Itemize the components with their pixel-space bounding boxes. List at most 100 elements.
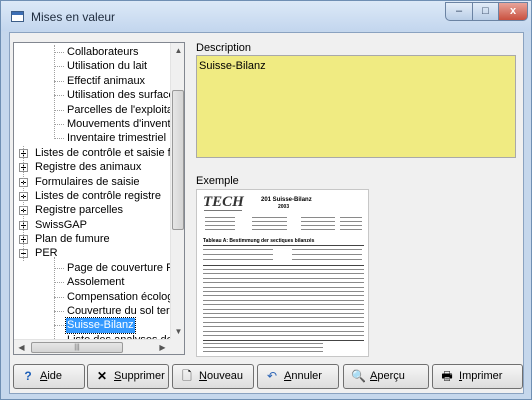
tree-item[interactable]: Inventaire trimestriel — [14, 131, 170, 145]
window: Mises en valeur – □ x Collaborateurs Util… — [0, 0, 532, 400]
tree-connector — [54, 95, 64, 97]
preview-line — [203, 277, 364, 279]
preview-line — [292, 254, 362, 255]
scroll-left-arrow-icon[interactable]: ◀ — [14, 340, 29, 354]
undo-icon: ↶ — [266, 369, 278, 383]
tree-group[interactable]: Listes de contrôle et saisie fidu — [14, 146, 170, 160]
tree-item-label: Effectif animaux — [67, 74, 146, 87]
tree-item[interactable]: Utilisation des surfaces — [14, 88, 170, 102]
preview-line — [203, 259, 273, 260]
description-field[interactable]: Suisse-Bilanz — [196, 55, 516, 158]
tree-group[interactable]: Registre parcelles — [14, 203, 170, 217]
preview-button[interactable]: 🔍 Aperçu — [343, 364, 429, 389]
scroll-corner — [170, 339, 184, 354]
new-document-icon: 🗋 — [182, 369, 192, 383]
report-tree[interactable]: Collaborateurs Utilisation du lait Effecti… — [13, 42, 185, 355]
button-bar: ? Aide ✕ Supprimer 🗋 Nouveau ↶ Annuler 🔍… — [13, 364, 523, 390]
tree-item-label: SwissGAP — [35, 218, 87, 231]
help-icon: ? — [24, 369, 32, 383]
tree-item-label: Inventaire trimestriel — [67, 132, 167, 145]
description-label: Description — [196, 42, 252, 54]
preview-line — [203, 254, 273, 255]
cancel-button[interactable]: ↶ Annuler — [257, 364, 339, 389]
preview-line — [203, 317, 364, 319]
help-button[interactable]: ? Aide — [13, 364, 85, 389]
delete-button[interactable]: ✕ Supprimer — [87, 364, 169, 389]
tree-item[interactable]: Effectif animaux — [14, 74, 170, 88]
tree-connector — [54, 66, 64, 68]
scroll-right-arrow-icon[interactable]: ▶ — [155, 340, 170, 354]
tree-group[interactable]: Registre des animaux — [14, 160, 170, 174]
title-bar[interactable]: Mises en valeur – □ x — [1, 1, 531, 31]
tree-vertical-scrollbar[interactable]: ▲ ▼ — [170, 43, 184, 339]
maximize-button[interactable]: □ — [472, 2, 499, 21]
tree-group[interactable]: Plan de fumure — [14, 232, 170, 246]
preview-line — [203, 304, 364, 306]
tree-group[interactable]: PER — [14, 246, 170, 260]
tree-group[interactable]: SwissGAP — [14, 218, 170, 232]
preview-line — [203, 295, 364, 297]
print-button[interactable]: 🖶 Imprimer — [432, 364, 523, 389]
tree-vertical-scroll-thumb[interactable] — [172, 90, 184, 230]
tree-item[interactable]: Assolement — [14, 275, 170, 289]
preview-line — [205, 225, 235, 226]
tree-item-label: Formulaires de saisie — [35, 175, 140, 188]
tree-connector — [54, 354, 64, 355]
preview-line — [301, 225, 335, 226]
preview-line — [203, 340, 364, 341]
preview-line — [203, 308, 364, 310]
tree-connector — [54, 311, 64, 313]
preview-section-title: Tableau A: Bestimmung der sectiques bila… — [203, 238, 315, 244]
new-button[interactable]: 🗋 Nouveau — [172, 364, 254, 389]
tree-item[interactable]: Compensation écologique — [14, 290, 170, 304]
preview-line — [340, 229, 362, 230]
tree-item-label: Utilisation des surfaces — [67, 89, 170, 102]
tree-horizontal-scroll-thumb[interactable]: ||| — [31, 342, 123, 353]
print-button-label: Imprimer — [459, 370, 503, 382]
example-preview: TECH 201 Suisse-Bilanz 2003 Tableau A: B… — [196, 189, 369, 357]
tree-horizontal-scrollbar[interactable]: ◀ ||| ▶ — [14, 339, 170, 354]
tree-connector — [54, 45, 55, 139]
tree-item-label: Parcelles de l'exploitation — [67, 103, 170, 116]
tree-item[interactable]: Page de couverture PER — [14, 261, 170, 275]
tree-group[interactable]: Formulaires de saisie — [14, 175, 170, 189]
close-button[interactable]: x — [498, 2, 528, 21]
preview-line — [203, 347, 323, 348]
tree-item-label: Registre parcelles — [35, 204, 124, 217]
preview-button-label: Aperçu — [370, 370, 405, 382]
tree-root-connector — [23, 145, 24, 261]
tree-connector — [54, 282, 64, 284]
tree-item[interactable]: Suisse-Bilanz — [14, 317, 170, 334]
tree-item[interactable]: Collaborateurs — [14, 45, 170, 59]
scroll-down-arrow-icon[interactable]: ▼ — [171, 324, 184, 339]
example-label: Exemple — [196, 175, 239, 187]
preview-line — [203, 313, 364, 314]
tree-connector — [54, 80, 64, 82]
preview-line — [203, 265, 364, 266]
preview-line — [340, 225, 362, 226]
cancel-button-label: Annuler — [284, 370, 322, 382]
tree-item[interactable]: Mouvements d'inventaire — [14, 117, 170, 131]
preview-line — [203, 351, 323, 352]
tree-connector — [54, 52, 64, 53]
tree-item[interactable]: Couverture du sol terres c — [14, 304, 170, 318]
tree-item-label: Couverture du sol terres c — [67, 305, 170, 318]
preview-line — [203, 326, 364, 328]
tree-item[interactable]: Utilisation du lait — [14, 59, 170, 73]
printer-icon: 🖶 — [441, 369, 453, 383]
preview-line — [203, 291, 364, 292]
help-button-label: Aide — [40, 370, 63, 382]
tree-connector — [54, 109, 64, 111]
scroll-up-arrow-icon[interactable]: ▲ — [171, 43, 184, 58]
tree-item[interactable]: Parcelles de l'exploitation — [14, 103, 170, 117]
preview-line — [252, 217, 287, 218]
preview-line — [203, 286, 364, 288]
preview-line — [203, 245, 364, 246]
delete-icon: ✕ — [96, 369, 108, 383]
preview-line — [203, 330, 364, 332]
tree-list: Collaborateurs Utilisation du lait Effecti… — [14, 45, 170, 355]
minimize-button[interactable]: – — [445, 2, 473, 21]
tree-group[interactable]: Listes de contrôle registre — [14, 189, 170, 203]
tree-item-label: Page de couverture PER — [67, 261, 170, 274]
preview-line — [203, 321, 364, 323]
